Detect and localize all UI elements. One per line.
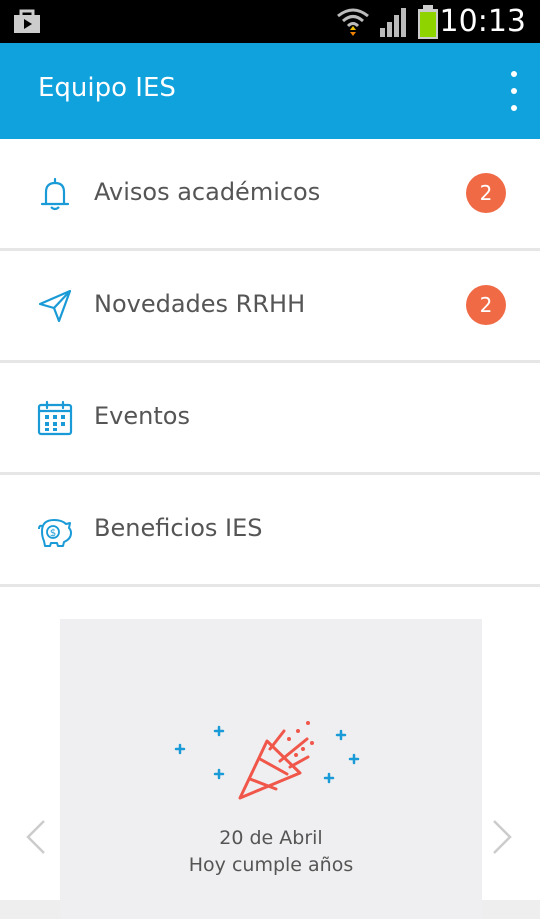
chevron-right-icon[interactable] bbox=[488, 817, 516, 857]
piggy-bank-icon: $ bbox=[38, 519, 72, 547]
app-title: Equipo IES bbox=[38, 73, 176, 103]
store-icon bbox=[14, 9, 40, 33]
birthday-date: 20 de Abril bbox=[219, 827, 323, 849]
bell-icon bbox=[40, 177, 70, 211]
menu-item-eventos[interactable]: Eventos bbox=[0, 363, 540, 475]
birthday-caption: Hoy cumple años bbox=[188, 854, 354, 876]
status-bar: 10:13 bbox=[0, 0, 540, 43]
svg-text:$: $ bbox=[50, 528, 56, 539]
birthday-card[interactable]: 20 de Abril Hoy cumple años bbox=[60, 619, 482, 919]
menu-list: Avisos académicos 2 Novedades RRHH 2 Eve… bbox=[0, 139, 540, 587]
menu-item-novedades-rrhh[interactable]: Novedades RRHH 2 bbox=[0, 251, 540, 363]
paper-plane-icon bbox=[38, 289, 72, 323]
notification-badge: 2 bbox=[466, 285, 506, 325]
battery-icon bbox=[418, 5, 438, 39]
birthday-carousel: 20 de Abril Hoy cumple años bbox=[0, 587, 540, 919]
status-clock: 10:13 bbox=[439, 4, 526, 39]
app-bar: Equipo IES bbox=[0, 43, 540, 139]
calendar-icon bbox=[37, 400, 73, 436]
chevron-left-icon[interactable] bbox=[22, 817, 50, 857]
menu-item-label: Beneficios IES bbox=[94, 514, 263, 542]
party-popper-icon bbox=[174, 721, 360, 800]
notification-badge: 2 bbox=[466, 173, 506, 213]
menu-item-label: Novedades RRHH bbox=[94, 290, 306, 318]
menu-item-label: Avisos académicos bbox=[94, 178, 321, 206]
wifi-icon bbox=[337, 8, 369, 36]
menu-item-avisos-academicos[interactable]: Avisos académicos 2 bbox=[0, 139, 540, 251]
overflow-menu-icon[interactable] bbox=[500, 71, 528, 111]
menu-item-beneficios-ies[interactable]: $ Beneficios IES bbox=[0, 475, 540, 587]
menu-item-label: Eventos bbox=[94, 402, 190, 430]
signal-icon bbox=[380, 8, 406, 37]
